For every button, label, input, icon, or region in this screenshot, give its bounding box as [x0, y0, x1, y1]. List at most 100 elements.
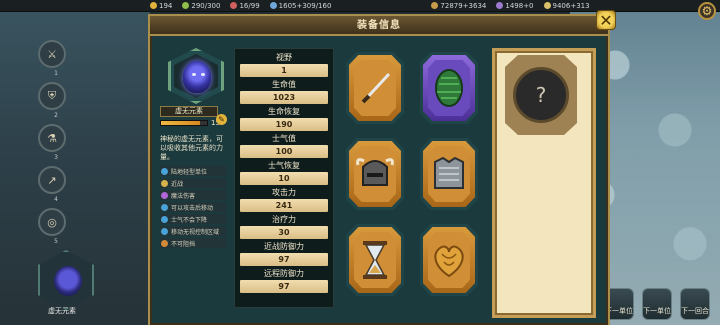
trait-label: 移动无视控制区域 — [171, 228, 220, 236]
faith-icon — [431, 2, 439, 9]
unit-description: 神秘的虚无元素，可以吸收其他元素的力量。 — [160, 135, 223, 161]
horned-helmet-icon — [356, 158, 394, 186]
stat-value: 190 — [240, 118, 328, 131]
item-detail-panel: ? — [492, 48, 596, 318]
ring-slot-icon[interactable]: ◎ — [38, 208, 66, 236]
slot-number: 2 — [54, 112, 58, 119]
resource-value: 1498+0 — [505, 1, 534, 10]
move-after-attack-icon — [161, 203, 168, 211]
stat-value: 100 — [240, 145, 328, 158]
morale-icon — [161, 215, 168, 223]
resource-value: 1605+309/160 — [278, 1, 332, 10]
feather-icon — [161, 167, 168, 175]
gold-coin-icon — [150, 2, 157, 9]
equip-slot-relic[interactable] — [420, 224, 478, 296]
golden-heart-icon — [434, 245, 464, 278]
button-label: 下一回合 — [681, 307, 709, 315]
stat-value: 97 — [240, 253, 328, 266]
science-icon — [269, 2, 277, 9]
stat-value: 241 — [240, 199, 328, 212]
resource-faith: 72879+3634 — [431, 2, 486, 10]
stat-label: 治疗力 — [272, 215, 296, 224]
equip-slot-accessory[interactable] — [420, 52, 478, 124]
equip-slot-trinket[interactable] — [346, 224, 404, 296]
resource-science: 1605+309/160 — [269, 1, 332, 10]
resource-trade: 9406+313 — [543, 1, 590, 10]
trait-list: 陆地轻型单位 近战 魔法伤害 可以攻击后移动 士气不会下降 移动无视控制区域 不… — [160, 166, 232, 248]
magic-icon — [161, 191, 168, 199]
resource-value: 16/99 — [239, 1, 260, 10]
trait-label: 可以攻击后移动 — [171, 204, 214, 212]
trait-label: 陆地轻型单位 — [171, 168, 208, 176]
stat-label: 生命恢复 — [268, 107, 300, 116]
stat-value: 1 — [240, 64, 328, 77]
resource-value: 9406+313 — [552, 1, 590, 10]
hp-bar-fill — [161, 121, 201, 125]
stat-value: 30 — [240, 226, 328, 239]
spear-slot-icon[interactable]: ↗ — [38, 166, 66, 194]
stat-label: 近战防御力 — [264, 242, 304, 251]
population-icon — [230, 2, 238, 9]
rename-pencil-icon[interactable]: ✎ — [216, 114, 227, 125]
stat-value: 1023 — [240, 91, 328, 104]
dragon-egg-icon — [435, 69, 463, 107]
no-block-icon — [161, 239, 168, 247]
equip-slot-armor[interactable] — [420, 138, 478, 210]
trait-item: 移动无视控制区域 — [160, 226, 226, 236]
unit-portrait — [168, 48, 224, 104]
hourglass-icon — [363, 241, 387, 279]
chainmail-armor-icon — [434, 156, 464, 189]
resource-population: 16/99 — [230, 1, 260, 10]
slot-number: 4 — [54, 196, 58, 203]
sword-slot-icon[interactable]: ⚔ — [38, 40, 66, 68]
stat-label: 攻击力 — [272, 188, 296, 197]
trait-label: 不可阻挡 — [171, 240, 196, 248]
close-icon[interactable]: ✕ — [596, 10, 616, 30]
katana-icon — [361, 72, 391, 104]
stat-label: 士气恢复 — [268, 161, 300, 170]
eye-right — [201, 73, 205, 76]
trait-item: 士气不会下降 — [160, 214, 226, 224]
stats-list[interactable]: 视野 1 生命值 1023 生命恢复 190 士气值 100 士气恢复 10 攻… — [234, 48, 334, 308]
settings-gear-icon[interactable]: ⚙ — [698, 2, 716, 20]
shield-slot-icon[interactable]: ⛨ — [38, 82, 66, 110]
trait-label: 魔法伤害 — [171, 192, 196, 200]
button-label: 下一单位 — [643, 307, 671, 315]
stat-label: 远程防御力 — [264, 269, 304, 278]
equip-slot-helmet[interactable] — [346, 138, 404, 210]
trait-item: 陆地轻型单位 — [160, 166, 226, 176]
stat-value: 97 — [240, 280, 328, 293]
trait-item: 近战 — [160, 178, 226, 188]
stat-label: 生命值 — [272, 80, 296, 89]
stat-label: 视野 — [276, 53, 292, 62]
void-elemental-icon — [183, 61, 211, 93]
quick-slot-column: ⚔ 1 ⛨ 2 ⚗ 3 ↗ 4 ◎ 5 — [38, 40, 74, 250]
zoc-ignore-icon — [161, 227, 168, 235]
void-elemental-icon — [54, 266, 82, 296]
unknown-item-icon: ? — [513, 67, 569, 123]
hp-bar — [160, 120, 208, 126]
dialog-title: 装备信息 — [150, 16, 608, 36]
potion-slot-icon[interactable]: ⚗ — [38, 124, 66, 152]
resource-value: 72879+3634 — [440, 1, 487, 10]
melee-icon — [161, 179, 168, 187]
equip-slot-weapon[interactable] — [346, 52, 404, 124]
selected-unit-name: 虚无元素 — [48, 307, 76, 315]
next-turn-button[interactable]: 下一回合 — [680, 288, 710, 320]
stat-label: 士气值 — [272, 134, 296, 143]
trait-item: 魔法伤害 — [160, 190, 226, 200]
equipment-info-dialog: 装备信息 ✕ 虚无元素 ✎ 15 神秘的虚无元素，可以吸收其他元素的力量。 陆地… — [148, 10, 616, 325]
resource-value: 290/300 — [191, 1, 221, 10]
trait-label: 士气不会下降 — [171, 216, 208, 224]
unit-name: 虚无元素 — [160, 106, 218, 117]
resource-culture: 1498+0 — [496, 1, 534, 10]
culture-icon — [496, 2, 504, 9]
trait-label: 近战 — [171, 180, 184, 188]
trait-item: 可以攻击后移动 — [160, 202, 226, 212]
resource-food: 290/300 — [182, 2, 220, 10]
slot-number: 3 — [54, 154, 58, 161]
next-unit-button-2[interactable]: 下一单位 — [642, 288, 672, 320]
empty-item-slot[interactable]: ? — [505, 55, 577, 135]
food-icon — [182, 2, 190, 9]
trait-item: 不可阻挡 — [160, 238, 226, 248]
